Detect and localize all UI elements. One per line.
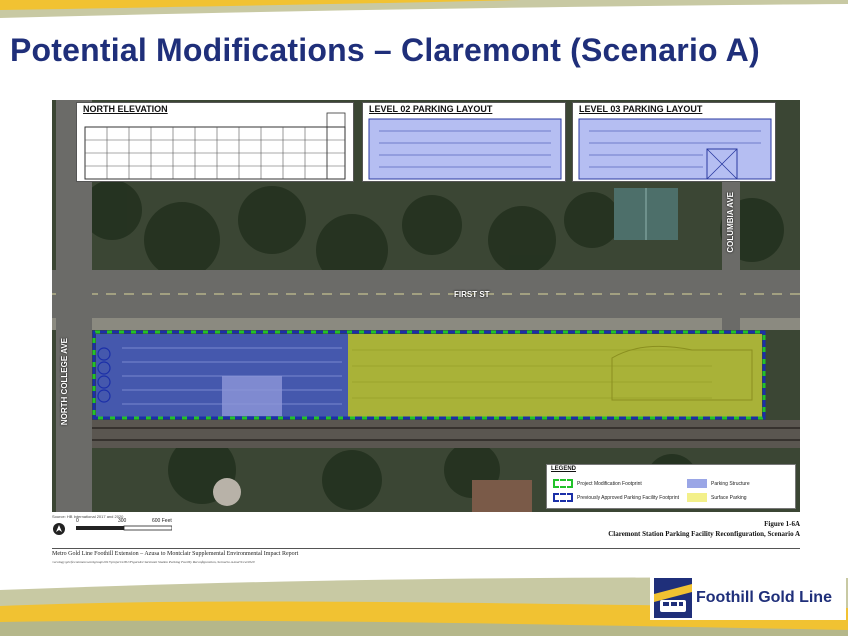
green-dashed-swatch [553,479,573,488]
yellow-fill-swatch [687,493,707,502]
north-arrow-icon [53,523,65,535]
legend-item-surface-parking: Surface Parking [687,493,747,502]
report-title: Metro Gold Line Foothill Extension – Azu… [52,551,299,557]
elevation-drawing [84,112,346,180]
footer-rule [52,548,800,549]
train-logo-icon [654,578,692,618]
level-03-drawing [578,118,772,180]
legend-label: Surface Parking [711,494,747,501]
top-decorative-band [0,0,848,26]
legend-label: Previously Approved Parking Facility Foo… [577,494,679,501]
figure-caption: Claremont Station Parking Facility Recon… [608,530,800,538]
report-path: \\ecology\gis\fs\common\workgroup\2017\p… [52,560,255,564]
blue-fill-swatch [687,479,707,488]
level-03-inset: LEVEL 03 PARKING LAYOUT [572,102,776,182]
legend-label: Parking Structure [711,480,750,487]
figure-number: Figure 1-6A [764,520,800,528]
legend-item-modification-footprint: Project Modification Footprint [553,479,642,488]
blue-dashed-swatch [553,493,573,502]
source-note: Source: HB International 2017 and 2020 [52,514,124,519]
legend-item-parking-structure: Parking Structure [687,479,750,488]
scale-zero: 0 [76,518,79,524]
north-elevation-inset: NORTH ELEVATION [76,102,354,182]
first-st-label: FIRST ST [454,290,490,299]
scale-mid: 300 [118,518,127,524]
map-legend: LEGEND Project Modification Footprint Pr… [546,464,796,509]
scale-end: 600 Feet [152,518,172,524]
columbia-ave-label: COLUMBIA AVE [726,192,735,253]
level-02-inset: LEVEL 02 PARKING LAYOUT [362,102,566,182]
legend-item-approved-footprint: Previously Approved Parking Facility Foo… [553,493,679,502]
figure-footer: Source: HB International 2017 and 2020 0… [52,514,800,550]
legend-label: Project Modification Footprint [577,480,642,487]
logo-text: Foothill Gold Line [696,589,832,606]
aerial-map-figure: NORTH ELEVATION LEVEL 02 PARKING LAYOUT … [52,100,800,512]
foothill-gold-line-logo: Foothill Gold Line [650,576,846,620]
scale-bar [76,525,172,531]
college-ave-label: NORTH COLLEGE AVE [60,338,69,426]
level-02-drawing [368,118,562,180]
legend-title: LEGEND [551,466,577,472]
page-title: Potential Modifications – Claremont (Sce… [10,32,760,68]
